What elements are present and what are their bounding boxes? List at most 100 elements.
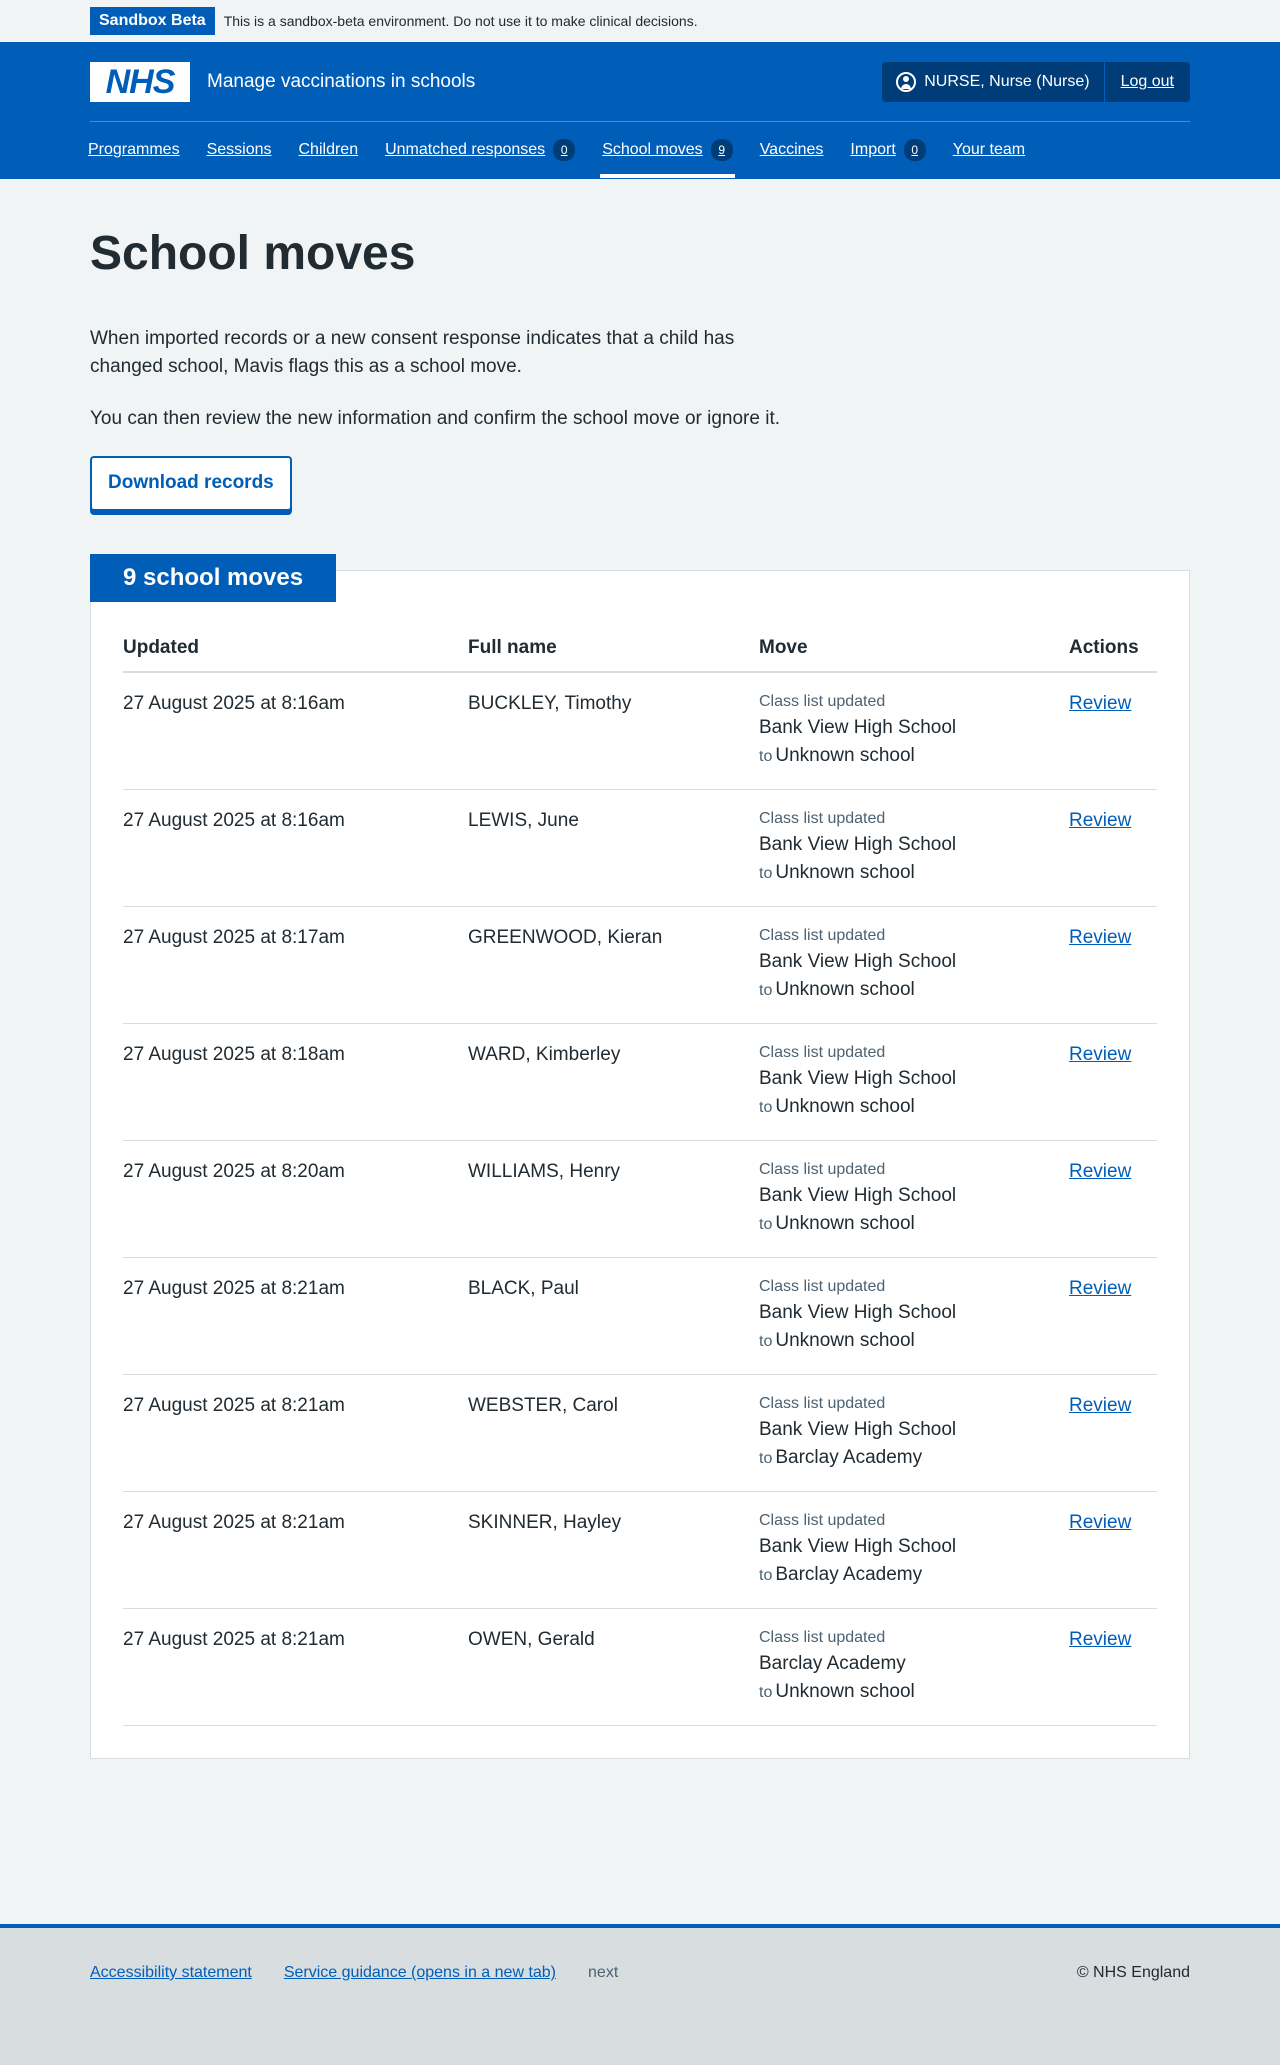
account-user: NURSE, Nurse (Nurse): [882, 61, 1105, 102]
primary-nav: Programmes Sessions Children Unmatched resp…: [88, 122, 1190, 178]
nav-item-your-team[interactable]: Your team: [953, 122, 1025, 178]
review-link[interactable]: Review: [1069, 927, 1131, 948]
logout-link[interactable]: Log out: [1105, 62, 1190, 102]
review-link[interactable]: Review: [1069, 1395, 1131, 1416]
move-from-school: Bank View High School: [759, 834, 957, 855]
column-header-full-name: Full name: [468, 637, 557, 658]
table-row: 27 August 2025 at 8:21am WEBSTER, Carol Cl…: [123, 1375, 1157, 1492]
nav-item-import[interactable]: Import 0: [850, 122, 926, 178]
review-link[interactable]: Review: [1069, 1512, 1131, 1533]
nav-count-badge: 0: [553, 139, 576, 161]
nav-item-label: Programmes: [88, 141, 180, 158]
download-records-button[interactable]: Download records: [90, 456, 292, 511]
sandbox-banner: Sandbox Beta This is a sandbox-beta envi…: [0, 0, 1280, 42]
move-label: Class list updated: [759, 927, 886, 944]
updated-cell: 27 August 2025 at 8:16am: [123, 810, 345, 831]
move-label: Class list updated: [759, 1395, 886, 1412]
move-from-school: Bank View High School: [759, 951, 957, 972]
nav-item-vaccines[interactable]: Vaccines: [760, 122, 824, 178]
updated-cell: 27 August 2025 at 8:17am: [123, 927, 345, 948]
move-from-school: Barclay Academy: [759, 1653, 906, 1674]
full-name-cell: WEBSTER, Carol: [468, 1395, 618, 1416]
table-row: 27 August 2025 at 8:17am GREENWOOD, Kiera…: [123, 907, 1157, 1024]
move-to-school: Unknown school: [775, 979, 915, 1000]
move-to: to Unknown school: [759, 1093, 1069, 1122]
move-to-school: Unknown school: [775, 1330, 915, 1351]
to-word: to: [759, 1450, 773, 1467]
school-moves-table: Updated Full name Move Actions 27 August…: [123, 571, 1157, 1726]
page-title: School moves: [90, 227, 416, 280]
move-cell: Class list updated Bank View High School t…: [759, 807, 1069, 906]
actions-cell: Review: [1069, 1626, 1157, 1725]
table-body: 27 August 2025 at 8:16am BUCKLEY, Timothy…: [123, 673, 1157, 1726]
to-word: to: [759, 1216, 773, 1233]
table-row: 27 August 2025 at 8:16am LEWIS, June Class…: [123, 790, 1157, 907]
table-row: 27 August 2025 at 8:16am BUCKLEY, Timothy…: [123, 673, 1157, 790]
review-link[interactable]: Review: [1069, 693, 1131, 714]
move-to-school: Barclay Academy: [775, 1447, 923, 1468]
copyright: © NHS England: [1076, 1964, 1190, 1981]
nav-count-badge: 9: [710, 139, 733, 161]
column-header-move: Move: [759, 637, 808, 658]
brand-link[interactable]: NHS Manage vaccinations in schools: [90, 61, 475, 102]
move-to-school: Unknown school: [775, 1213, 915, 1234]
move-to: to Unknown school: [759, 1678, 1069, 1707]
sandbox-message: This is a sandbox-beta environment. Do n…: [223, 13, 698, 29]
updated-cell: 27 August 2025 at 8:21am: [123, 1629, 345, 1650]
accessibility-statement-link[interactable]: Accessibility statement: [90, 1964, 252, 1982]
nav-item-school-moves[interactable]: School moves 9: [600, 122, 735, 178]
nav-item-sessions[interactable]: Sessions: [207, 122, 272, 178]
account-user-name: NURSE, Nurse (Nurse): [924, 72, 1090, 90]
updated-cell: 27 August 2025 at 8:18am: [123, 1044, 345, 1065]
site-header: NHS Manage vaccinations in schools NURSE…: [0, 42, 1280, 179]
table-header: Updated Full name Move Actions: [123, 605, 1157, 673]
nav-item-children[interactable]: Children: [299, 122, 359, 178]
site-footer: Accessibility statement Service guidance…: [0, 1924, 1280, 2065]
review-link[interactable]: Review: [1069, 1629, 1131, 1650]
review-link[interactable]: Review: [1069, 1278, 1131, 1299]
move-cell: Class list updated Bank View High School t…: [759, 1041, 1069, 1140]
move-to-school: Unknown school: [775, 745, 915, 766]
full-name-cell: SKINNER, Hayley: [468, 1512, 622, 1533]
review-link[interactable]: Review: [1069, 810, 1131, 831]
nav-item-programmes[interactable]: Programmes: [88, 122, 180, 178]
review-link[interactable]: Review: [1069, 1044, 1131, 1065]
move-from-school: Bank View High School: [759, 1068, 957, 1089]
to-word: to: [759, 982, 773, 999]
move-label: Class list updated: [759, 693, 886, 710]
updated-cell: 27 August 2025 at 8:21am: [123, 1512, 345, 1533]
move-label: Class list updated: [759, 810, 886, 827]
actions-cell: Review: [1069, 807, 1157, 906]
updated-cell: 27 August 2025 at 8:21am: [123, 1395, 345, 1416]
nav-count-badge: 0: [903, 139, 926, 161]
nav-item-label: Your team: [952, 141, 1026, 158]
nav-item-label: Import: [850, 141, 896, 158]
updated-cell: 27 August 2025 at 8:21am: [123, 1278, 345, 1299]
school-moves-card: 9 school moves Updated Full name Move Ac…: [90, 554, 1190, 1759]
actions-cell: Review: [1069, 690, 1157, 789]
move-from-school: Bank View High School: [759, 1185, 957, 1206]
table-row: 27 August 2025 at 8:18am WARD, Kimberley C…: [123, 1024, 1157, 1141]
intro-paragraph-2: You can then review the new information …: [90, 408, 781, 429]
to-word: to: [759, 748, 773, 765]
move-cell: Class list updated Bank View High School t…: [759, 1158, 1069, 1257]
column-header-updated: Updated: [123, 637, 199, 658]
actions-cell: Review: [1069, 1041, 1157, 1140]
service-guidance-link[interactable]: Service guidance (opens in a new tab): [284, 1964, 556, 1982]
actions-cell: Review: [1069, 1158, 1157, 1257]
table-row: 27 August 2025 at 8:21am BLACK, Paul Class…: [123, 1258, 1157, 1375]
move-cell: Class list updated Barclay Academy to Unkno…: [759, 1626, 1069, 1725]
to-word: to: [759, 1099, 773, 1116]
move-to-school: Unknown school: [775, 1681, 915, 1702]
move-to: to Barclay Academy: [759, 1444, 1069, 1473]
full-name-cell: WARD, Kimberley: [468, 1044, 621, 1065]
column-header-actions: Actions: [1069, 637, 1139, 658]
move-label: Class list updated: [759, 1512, 886, 1529]
to-word: to: [759, 1333, 773, 1350]
nav-item-unmatched-responses[interactable]: Unmatched responses 0: [385, 122, 576, 178]
review-link[interactable]: Review: [1069, 1161, 1131, 1182]
nav-item-label: School moves: [602, 141, 703, 158]
nav-item-label: Children: [298, 141, 359, 158]
nav-item-label: Unmatched responses: [385, 141, 546, 158]
move-to: to Unknown school: [759, 1210, 1069, 1239]
